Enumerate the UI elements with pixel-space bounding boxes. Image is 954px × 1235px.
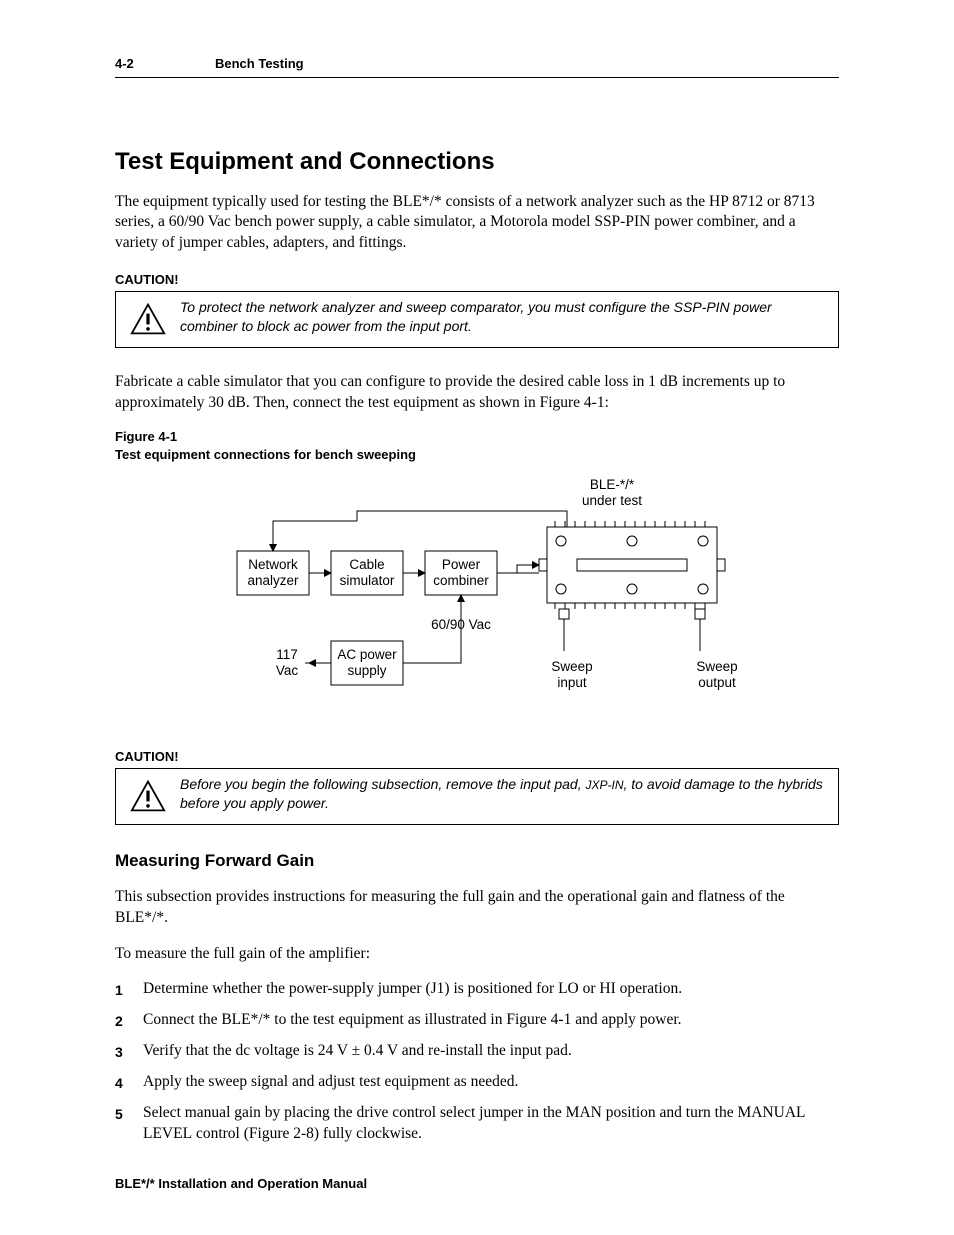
step-4: Apply the sweep signal and adjust test e…: [115, 1072, 839, 1093]
svg-text:Sweep: Sweep: [696, 659, 737, 674]
svg-text:Cable: Cable: [349, 557, 384, 572]
intro-paragraph: The equipment typically used for testing…: [115, 192, 839, 255]
caution-text-1: To protect the network analyzer and swee…: [172, 298, 830, 336]
svg-text:60/90 Vac: 60/90 Vac: [431, 617, 491, 632]
svg-text:Power: Power: [442, 557, 481, 572]
caution-label-1: CAUTION!: [115, 272, 839, 287]
svg-text:input: input: [557, 675, 587, 690]
svg-text:output: output: [698, 675, 736, 690]
step-2: Connect the BLE*/* to the test equipment…: [115, 1010, 839, 1031]
step-5: Select manual gain by placing the drive …: [115, 1103, 839, 1145]
footer-text: BLE*/* Installation and Operation Manual: [115, 1176, 367, 1191]
figure-label: Figure 4-1 Test equipment connections fo…: [115, 428, 839, 463]
caution-label-2: CAUTION!: [115, 749, 839, 764]
caution-box-2: Before you begin the following subsectio…: [115, 768, 839, 825]
diagram-device-sublabel: under test: [582, 493, 642, 508]
svg-text:supply: supply: [347, 663, 386, 678]
warning-triangle-icon: [124, 775, 172, 818]
subsection-intro: This subsection provides instructions fo…: [115, 887, 839, 929]
svg-text:analyzer: analyzer: [247, 573, 299, 588]
subsection-lead: To measure the full gain of the amplifie…: [115, 944, 839, 965]
step-3: Verify that the dc voltage is 24 V ± 0.4…: [115, 1041, 839, 1062]
caution-box-1: To protect the network analyzer and swee…: [115, 291, 839, 348]
step-1: Determine whether the power-supply jumpe…: [115, 979, 839, 1000]
caution-text-2: Before you begin the following subsectio…: [172, 775, 830, 813]
diagram-device-label: BLE-*/*: [590, 477, 635, 492]
steps-list: Determine whether the power-supply jumpe…: [115, 979, 839, 1145]
connection-diagram: BLE-*/* under test: [197, 471, 757, 731]
svg-text:Network: Network: [248, 557, 298, 572]
section-name: Bench Testing: [215, 56, 304, 71]
page-title: Test Equipment and Connections: [115, 148, 839, 176]
svg-text:simulator: simulator: [340, 573, 395, 588]
diagram-device: [539, 521, 725, 619]
fabricate-paragraph: Fabricate a cable simulator that you can…: [115, 372, 839, 414]
subsection-title: Measuring Forward Gain: [115, 851, 839, 871]
warning-triangle-icon: [124, 298, 172, 341]
svg-text:combiner: combiner: [433, 573, 489, 588]
svg-text:Sweep: Sweep: [551, 659, 592, 674]
svg-text:Vac: Vac: [276, 663, 299, 678]
figure-caption: Test equipment connections for bench swe…: [115, 447, 416, 462]
running-header: 4-2 Bench Testing: [115, 56, 839, 78]
svg-text:AC power: AC power: [337, 647, 397, 662]
svg-text:117: 117: [276, 647, 298, 662]
page-number: 4-2: [115, 56, 215, 71]
figure-number: Figure 4-1: [115, 429, 177, 444]
